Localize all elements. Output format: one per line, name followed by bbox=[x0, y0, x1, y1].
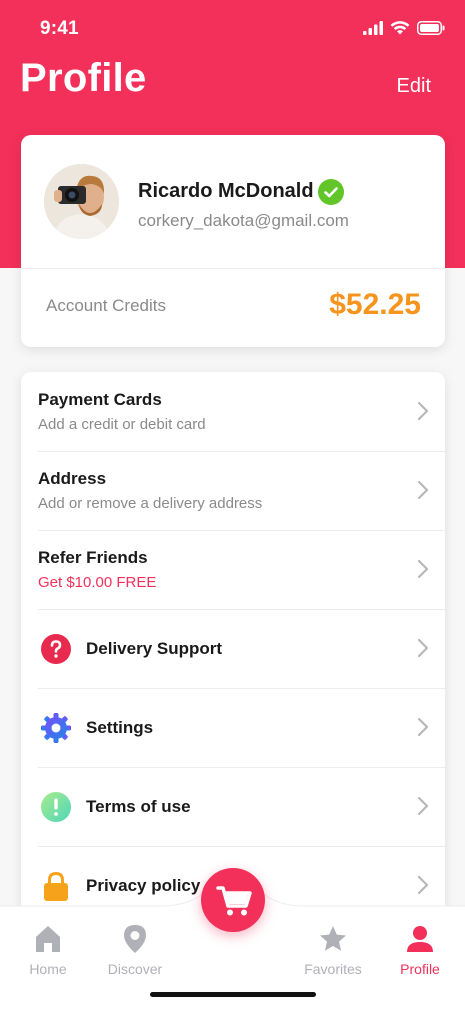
menu-item-refer-friends[interactable]: Refer Friends Get $10.00 FREE bbox=[21, 530, 445, 610]
avatar-photo bbox=[44, 164, 119, 239]
settings-menu: Payment Cards Add a credit or debit card… bbox=[21, 372, 445, 932]
menu-item-label: Settings bbox=[86, 718, 154, 737]
verified-badge bbox=[318, 179, 344, 205]
tab-label: Home bbox=[29, 961, 67, 977]
profile-card: Ricardo McDonald corkery_dakota@gmail.co… bbox=[21, 135, 445, 347]
tab-label: Profile bbox=[400, 961, 440, 977]
menu-item-subtitle: Get $10.00 FREE bbox=[38, 574, 157, 591]
shopping-cart-icon bbox=[216, 886, 252, 916]
page-title: Profile bbox=[20, 56, 147, 100]
chevron-right-icon bbox=[417, 559, 429, 579]
gear-icon bbox=[41, 713, 71, 743]
menu-item-subtitle: Add a credit or debit card bbox=[38, 416, 206, 433]
tab-favorites[interactable]: Favorites bbox=[293, 924, 373, 977]
menu-item-terms-of-use[interactable]: Terms of use bbox=[21, 767, 445, 847]
user-email: corkery_dakota@gmail.com bbox=[138, 211, 349, 230]
signal-icon bbox=[363, 20, 383, 35]
menu-item-delivery-support[interactable]: Delivery Support bbox=[21, 609, 445, 689]
menu-item-title: Address bbox=[38, 469, 107, 488]
star-icon bbox=[320, 926, 346, 951]
location-pin-icon bbox=[124, 925, 146, 953]
home-icon bbox=[36, 926, 60, 952]
chevron-right-icon bbox=[417, 796, 429, 816]
menu-item-label: Terms of use bbox=[86, 797, 191, 816]
avatar[interactable] bbox=[44, 164, 119, 239]
menu-item-title: Refer Friends bbox=[38, 548, 148, 567]
chevron-right-icon bbox=[417, 480, 429, 500]
battery-icon bbox=[417, 20, 445, 35]
tab-label: Discover bbox=[107, 961, 163, 977]
tab-home[interactable]: Home bbox=[8, 924, 88, 977]
menu-item-payment-cards[interactable]: Payment Cards Add a credit or debit card bbox=[21, 372, 445, 452]
checkmark-icon bbox=[324, 187, 338, 198]
chevron-right-icon bbox=[417, 717, 429, 737]
tab-label: Favorites bbox=[304, 961, 362, 977]
menu-item-address[interactable]: Address Add or remove a delivery address bbox=[21, 451, 445, 531]
account-credits-label: Account Credits bbox=[46, 296, 166, 315]
account-credits-value: $52.25 bbox=[329, 288, 421, 321]
home-indicator bbox=[150, 992, 316, 997]
exclamation-icon bbox=[41, 792, 71, 822]
status-bar: 9:41 bbox=[0, 0, 465, 56]
status-icons bbox=[363, 20, 445, 35]
tab-profile[interactable]: Profile bbox=[380, 924, 460, 977]
chevron-right-icon bbox=[417, 401, 429, 421]
wifi-icon bbox=[390, 21, 410, 35]
menu-item-title: Payment Cards bbox=[38, 390, 162, 409]
menu-item-subtitle: Add or remove a delivery address bbox=[38, 495, 263, 512]
divider bbox=[21, 268, 445, 269]
tab-discover[interactable]: Discover bbox=[95, 924, 175, 977]
person-icon bbox=[407, 926, 433, 952]
user-name: Ricardo McDonald bbox=[138, 180, 314, 202]
chevron-right-icon bbox=[417, 638, 429, 658]
edit-button[interactable]: Edit bbox=[397, 75, 431, 98]
cart-button[interactable] bbox=[201, 868, 265, 932]
menu-item-label: Delivery Support bbox=[86, 639, 223, 658]
status-time: 9:41 bbox=[40, 18, 79, 39]
question-icon bbox=[41, 634, 71, 664]
menu-item-settings[interactable]: Settings bbox=[21, 688, 445, 768]
